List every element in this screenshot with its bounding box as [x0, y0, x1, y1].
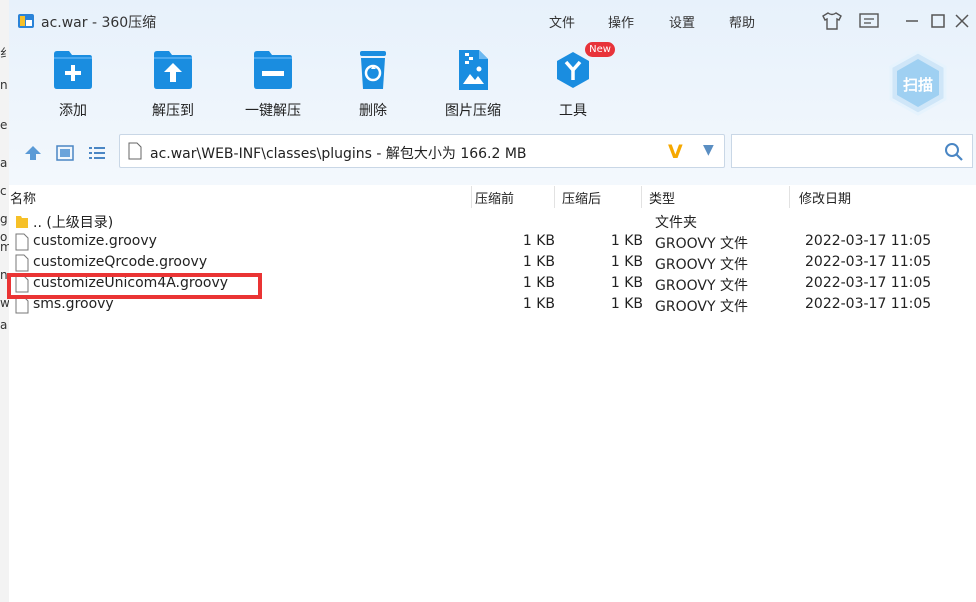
maximize-icon[interactable] — [927, 11, 949, 31]
close-icon[interactable] — [951, 11, 973, 31]
file-icon — [15, 233, 29, 251]
strip-text: g — [0, 212, 8, 226]
address-path: ac.war\WEB-INF\classes\plugins - 解包大小为 1… — [150, 146, 527, 162]
search-box[interactable] — [731, 134, 973, 168]
address-bar[interactable]: ac.war\WEB-INF\classes\plugins - 解包大小为 1… — [119, 134, 725, 168]
strip-text: e — [0, 118, 8, 132]
file-name: customizeQrcode.groovy — [33, 254, 208, 270]
file-row[interactable]: customize.groovy 1 KB 1 KB GROOVY 文件 202… — [9, 232, 976, 253]
minimize-icon[interactable] — [901, 11, 923, 31]
file-icon — [15, 254, 29, 272]
column-header: 名称 压缩前 压缩后 类型 修改日期 — [9, 186, 976, 208]
add-label: 添加 — [59, 103, 87, 119]
file-date: 2022-03-17 11:05 — [805, 233, 932, 249]
file-size-after: 1 KB — [610, 296, 643, 312]
file-size-after: 1 KB — [610, 254, 643, 270]
image-compress-label: 图片压缩 — [445, 103, 501, 119]
add-folder-icon — [54, 51, 92, 89]
strip-text: n — [0, 78, 8, 92]
file-date: 2022-03-17 11:05 — [805, 275, 932, 291]
column-divider[interactable] — [789, 186, 790, 208]
tools-button[interactable]: 工具 — [533, 48, 613, 119]
file-size-after: 1 KB — [610, 275, 643, 291]
red-highlight-box — [7, 273, 262, 299]
column-divider[interactable] — [554, 186, 555, 208]
extract-to-button[interactable]: 解压到 — [133, 48, 213, 119]
column-date[interactable]: 修改日期 — [799, 188, 851, 207]
folder-icon — [16, 216, 28, 228]
one-click-extract-button[interactable]: 一键解压 — [233, 48, 313, 119]
file-size-before: 1 KB — [522, 233, 555, 249]
file-date: 2022-03-17 11:05 — [805, 254, 932, 270]
strip-text: c — [0, 184, 7, 198]
file-name: customize.groovy — [33, 233, 157, 249]
new-badge: New — [585, 42, 615, 57]
column-name[interactable]: 名称 — [10, 188, 36, 207]
file-row-parent[interactable]: .. (上级目录) 文件夹 — [9, 211, 976, 232]
file-size-before: 1 KB — [522, 275, 555, 291]
skin-shirt-icon[interactable] — [821, 11, 843, 31]
search-input[interactable] — [736, 141, 940, 163]
message-icon[interactable] — [858, 11, 880, 31]
file-type: GROOVY 文件 — [655, 257, 748, 273]
file-date: 2022-03-17 11:05 — [805, 296, 932, 312]
chevron-down-icon[interactable]: ▼ — [703, 142, 714, 158]
thumbnail-view-icon[interactable] — [55, 144, 75, 162]
go-up-icon[interactable] — [23, 144, 43, 162]
file-icon — [128, 142, 142, 160]
column-size-after[interactable]: 压缩后 — [562, 188, 601, 207]
one-click-extract-label: 一键解压 — [245, 103, 301, 119]
v-logo-icon[interactable]: V — [668, 141, 683, 163]
file-type: GROOVY 文件 — [655, 278, 748, 294]
file-size-after: 1 KB — [610, 233, 643, 249]
compressor-window: ac.war - 360压缩 文件 操作 设置 帮助 添加 解压到 一键解压 删… — [7, 0, 976, 602]
menu-operate[interactable]: 操作 — [608, 12, 634, 31]
add-button[interactable]: 添加 — [33, 48, 113, 119]
scan-label: 扫描 — [902, 76, 933, 94]
column-divider[interactable] — [471, 186, 472, 208]
delete-label: 删除 — [359, 103, 387, 119]
archive-logo-icon — [18, 14, 34, 28]
menu-file[interactable]: 文件 — [549, 12, 575, 31]
file-type: GROOVY 文件 — [655, 236, 748, 252]
strip-text: a — [0, 156, 8, 170]
file-name: .. (上级目录) — [33, 215, 114, 231]
file-list: .. (上级目录) 文件夹 customize.groovy 1 KB 1 KB… — [9, 211, 976, 316]
file-type: 文件夹 — [655, 215, 697, 231]
window-title: ac.war - 360压缩 — [41, 15, 157, 31]
image-compress-icon — [459, 50, 488, 90]
menu-settings[interactable]: 设置 — [669, 12, 695, 31]
menu-help[interactable]: 帮助 — [729, 12, 755, 31]
tools-label: 工具 — [559, 103, 587, 119]
extract-to-icon — [154, 51, 192, 89]
scan-button[interactable]: 扫描 — [887, 50, 949, 116]
file-size-before: 1 KB — [522, 254, 555, 270]
list-view-icon[interactable] — [87, 144, 107, 162]
file-size-before: 1 KB — [522, 296, 555, 312]
column-size-before[interactable]: 压缩前 — [475, 188, 514, 207]
delete-bin-icon — [360, 51, 386, 89]
one-click-extract-icon — [254, 51, 292, 89]
delete-button[interactable]: 删除 — [333, 48, 413, 119]
extract-to-label: 解压到 — [152, 103, 194, 119]
title-bar: ac.war - 360压缩 文件 操作 设置 帮助 — [9, 0, 976, 40]
strip-text: a — [0, 318, 8, 332]
column-type[interactable]: 类型 — [649, 188, 675, 207]
search-icon[interactable] — [944, 142, 964, 162]
column-divider[interactable] — [641, 186, 642, 208]
file-row[interactable]: customizeQrcode.groovy 1 KB 1 KB GROOVY … — [9, 253, 976, 274]
image-compress-button[interactable]: 图片压缩 — [433, 48, 513, 119]
file-type: GROOVY 文件 — [655, 299, 748, 315]
